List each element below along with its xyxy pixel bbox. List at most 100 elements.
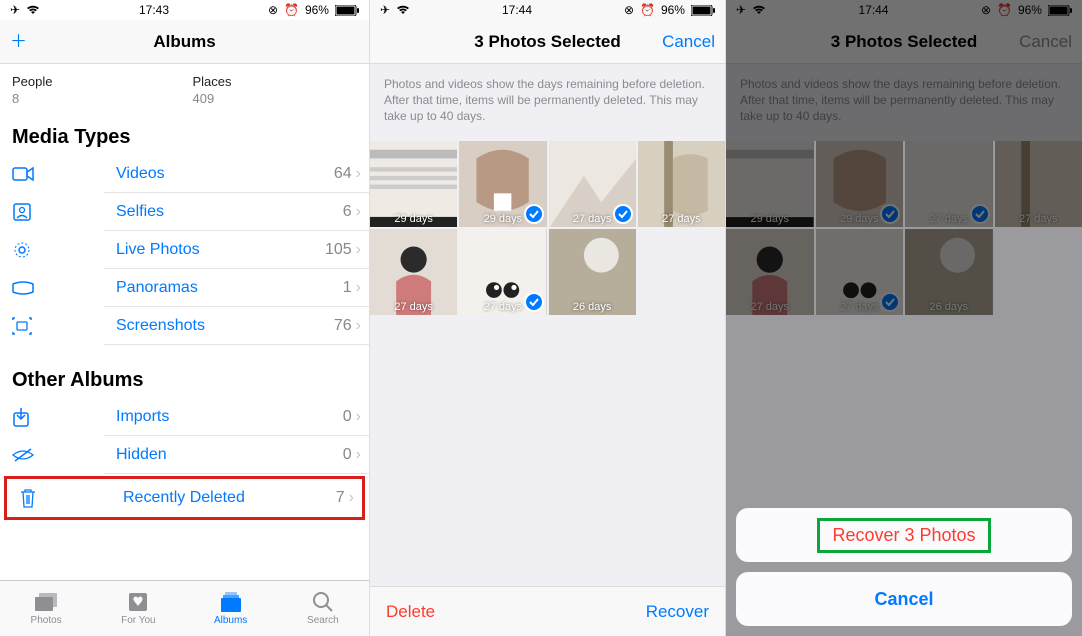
places-count: 409	[192, 91, 231, 106]
status-time: 17:43	[139, 3, 169, 17]
cancel-button[interactable]: Cancel	[662, 32, 715, 52]
days-remaining: 26 days	[549, 301, 636, 313]
tab-photos[interactable]: Photos	[0, 581, 92, 636]
chevron-icon: ›	[356, 241, 361, 259]
recover-action-sheet-screen: ✈ 17:44 ⊗⏰96% 3 Photos Selected Cancel P…	[726, 0, 1082, 636]
media-row-selfies[interactable]: Selfies6›	[0, 193, 369, 231]
days-remaining: 27 days	[638, 213, 725, 225]
recently-deleted-select-screen: ✈ 17:44 ⊗⏰96% 3 Photos Selected Cancel P…	[370, 0, 726, 636]
people-count: 8	[12, 91, 52, 106]
status-time: 17:44	[502, 3, 532, 17]
airplane-mode-icon: ✈	[10, 3, 20, 17]
media-types-heading: Media Types	[0, 120, 369, 155]
import-icon	[0, 407, 46, 427]
other-row-imports[interactable]: Imports0›	[0, 398, 369, 436]
row-label: Screenshots	[116, 317, 334, 335]
wifi-icon	[396, 5, 410, 15]
photo-grid: 29 days 29 days 27 days 27 days 27 days …	[370, 141, 725, 315]
alarm-icon: ⏰	[640, 3, 655, 17]
status-bar: ✈ 17:44 ⊗⏰96%	[370, 0, 725, 20]
chevron-icon: ›	[356, 317, 361, 335]
search-icon	[312, 591, 334, 613]
row-count: 64	[334, 165, 352, 183]
battery-percent: 96%	[661, 3, 685, 17]
video-icon	[0, 166, 46, 182]
other-row-hidden[interactable]: Hidden0›	[0, 436, 369, 474]
media-types-list: Videos64› Selfies6› Live Photos105› Pano…	[0, 155, 369, 345]
days-remaining: 27 days	[370, 301, 457, 313]
albums-icon	[218, 591, 244, 613]
places-album[interactable]: Places 409	[192, 74, 231, 106]
other-albums-heading: Other Albums	[0, 363, 369, 398]
hidden-icon	[0, 447, 46, 463]
delete-button[interactable]: Delete	[386, 602, 435, 622]
battery-percent: 96%	[305, 3, 329, 17]
trash-icon	[7, 488, 53, 508]
row-count: 0	[343, 446, 352, 464]
photo-thumbnail[interactable]: 27 days	[370, 229, 457, 315]
tab-label: For You	[121, 615, 155, 626]
other-row-recently-deleted[interactable]: Recently Deleted7›	[7, 479, 362, 517]
highlight-recently-deleted: Recently Deleted7›	[4, 476, 365, 520]
cancel-sheet-button[interactable]: Cancel	[736, 572, 1072, 626]
row-count: 1	[343, 279, 352, 297]
chevron-icon: ›	[356, 279, 361, 297]
tab-search[interactable]: Search	[277, 581, 369, 636]
row-count: 105	[325, 241, 352, 259]
for-you-icon	[127, 591, 149, 613]
selfie-icon	[0, 203, 46, 221]
chevron-icon: ›	[356, 408, 361, 426]
chevron-icon: ›	[356, 446, 361, 464]
selected-check-icon	[524, 292, 544, 312]
photo-thumbnail[interactable]: 26 days	[549, 229, 636, 315]
tab-albums[interactable]: Albums	[185, 581, 277, 636]
row-count: 76	[334, 317, 352, 335]
media-row-videos[interactable]: Videos64›	[0, 155, 369, 193]
chevron-icon: ›	[349, 489, 354, 507]
row-label: Selfies	[116, 203, 343, 221]
row-count: 6	[343, 203, 352, 221]
selected-check-icon	[613, 204, 633, 224]
panorama-icon	[0, 281, 46, 295]
row-label: Imports	[116, 408, 343, 426]
tab-label: Search	[307, 615, 339, 626]
days-remaining: 29 days	[370, 213, 457, 225]
row-label: Live Photos	[116, 241, 325, 259]
media-row-screenshots[interactable]: Screenshots76›	[0, 307, 369, 345]
row-count: 7	[336, 489, 345, 507]
nav-title: Albums	[0, 32, 369, 52]
status-bar: ✈ 17:43 ⊗ ⏰ 96%	[0, 0, 369, 20]
nav-bar: ＋ Albums	[0, 20, 369, 64]
battery-icon	[691, 5, 715, 16]
highlight-recover-button: Recover 3 Photos	[817, 518, 990, 553]
recover-button[interactable]: Recover	[646, 602, 709, 622]
row-label: Videos	[116, 165, 334, 183]
photo-thumbnail[interactable]: 27 days	[549, 141, 636, 227]
row-label: Panoramas	[116, 279, 343, 297]
screenshot-icon	[0, 317, 46, 335]
photos-icon	[33, 591, 59, 613]
photo-thumbnail[interactable]: 29 days	[459, 141, 546, 227]
photo-thumbnail[interactable]: 29 days	[370, 141, 457, 227]
photo-thumbnail[interactable]: 27 days	[638, 141, 725, 227]
recover-photos-button[interactable]: Recover 3 Photos	[736, 508, 1072, 562]
tab-label: Photos	[31, 615, 62, 626]
people-album[interactable]: People 8	[12, 74, 52, 106]
nav-bar: 3 Photos Selected Cancel	[370, 20, 725, 64]
wifi-icon	[26, 5, 40, 15]
deletion-info-text: Photos and videos show the days remainin…	[370, 64, 725, 141]
selected-check-icon	[524, 204, 544, 224]
add-album-button[interactable]: ＋	[10, 32, 27, 52]
row-label: Recently Deleted	[123, 489, 336, 507]
photo-thumbnail[interactable]: 27 days	[459, 229, 546, 315]
album-counts: People 8 Places 409	[0, 64, 369, 120]
lock-rotation-icon: ⊗	[268, 3, 278, 17]
chevron-icon: ›	[356, 165, 361, 183]
media-row-live-photos[interactable]: Live Photos105›	[0, 231, 369, 269]
tab-for-you[interactable]: For You	[92, 581, 184, 636]
media-row-panoramas[interactable]: Panoramas1›	[0, 269, 369, 307]
tab-bar: Photos For You Albums Search	[0, 580, 369, 636]
action-sheet: Recover 3 Photos Cancel	[736, 508, 1072, 626]
bottom-toolbar: Delete Recover	[370, 586, 725, 636]
airplane-mode-icon: ✈	[380, 3, 390, 17]
